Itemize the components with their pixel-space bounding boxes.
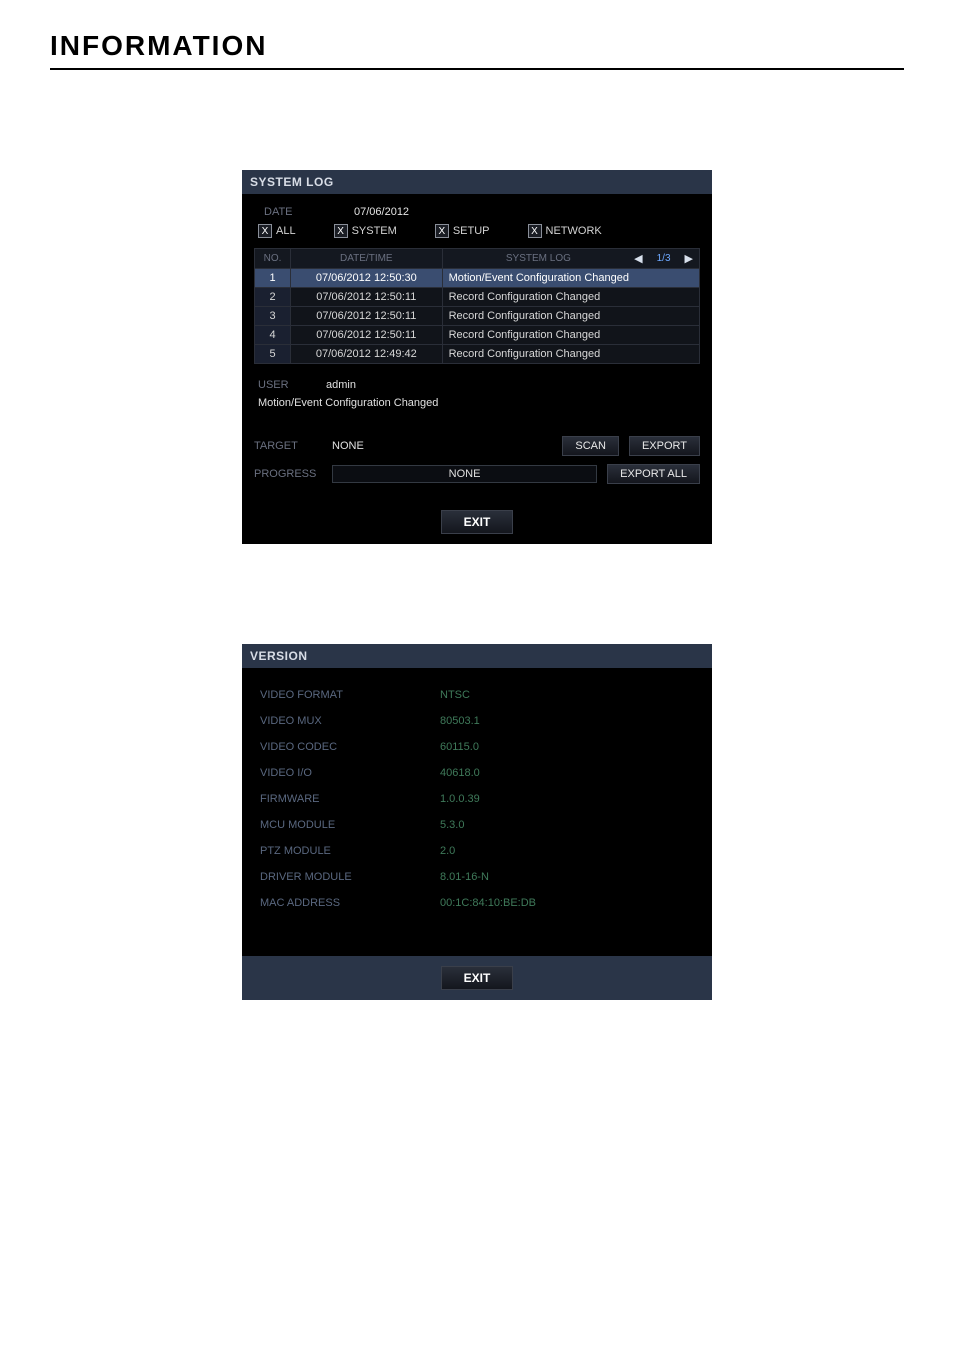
version-exit-button[interactable]: EXIT: [441, 966, 514, 990]
version-value: 00:1C:84:10:BE:DB: [440, 897, 536, 909]
version-key: VIDEO I/O: [260, 767, 440, 779]
table-row[interactable]: 207/06/2012 12:50:11Record Configuration…: [255, 288, 700, 307]
user-value: admin: [326, 379, 356, 391]
row-no: 4: [255, 326, 291, 345]
progress-label: PROGRESS: [254, 468, 322, 480]
version-row: VIDEO CODEC60115.0: [260, 734, 694, 760]
row-message: Motion/Event Configuration Changed: [442, 269, 699, 288]
export-button[interactable]: EXPORT: [629, 436, 700, 456]
checkbox-mark-icon: X: [528, 224, 542, 238]
row-no: 1: [255, 269, 291, 288]
row-no: 3: [255, 307, 291, 326]
progress-bar: NONE: [332, 465, 597, 483]
version-value: 2.0: [440, 845, 455, 857]
checkbox-mark-icon: X: [258, 224, 272, 238]
system-log-dialog: SYSTEM LOG DATE 07/06/2012 X ALL X SYSTE…: [242, 170, 712, 544]
pager-page: 1/3: [643, 253, 685, 264]
version-row: MAC ADDRESS00:1C:84:10:BE:DB: [260, 890, 694, 916]
version-value: 1.0.0.39: [440, 793, 480, 805]
version-row: DRIVER MODULE8.01-16-N: [260, 864, 694, 890]
target-value[interactable]: NONE: [332, 440, 364, 452]
version-title: VERSION: [242, 644, 712, 668]
system-log-title: SYSTEM LOG: [242, 170, 712, 194]
filter-all-label: ALL: [276, 225, 296, 237]
version-value: NTSC: [440, 689, 470, 701]
row-datetime: 07/06/2012 12:50:11: [291, 326, 443, 345]
page-title: INFORMATION: [50, 30, 904, 70]
col-no: NO.: [255, 249, 291, 269]
row-message: Record Configuration Changed: [442, 345, 699, 364]
syslog-exit-button[interactable]: EXIT: [441, 510, 514, 534]
version-row: MCU MODULE5.3.0: [260, 812, 694, 838]
filter-network-label: NETWORK: [546, 225, 602, 237]
table-row[interactable]: 407/06/2012 12:50:11Record Configuration…: [255, 326, 700, 345]
checkbox-mark-icon: X: [435, 224, 449, 238]
version-key: VIDEO FORMAT: [260, 689, 440, 701]
col-datetime: DATE/TIME: [291, 249, 443, 269]
system-log-table: NO. DATE/TIME SYSTEM LOG ◀ 1/3 ▶ 107/06/…: [254, 248, 700, 364]
version-key: FIRMWARE: [260, 793, 440, 805]
row-message: Record Configuration Changed: [442, 288, 699, 307]
filter-system-label: SYSTEM: [352, 225, 397, 237]
log-detail: Motion/Event Configuration Changed: [258, 397, 438, 409]
version-key: MAC ADDRESS: [260, 897, 440, 909]
filter-setup-label: SETUP: [453, 225, 490, 237]
version-value: 8.01-16-N: [440, 871, 489, 883]
table-row[interactable]: 307/06/2012 12:50:11Record Configuration…: [255, 307, 700, 326]
filter-setup-checkbox[interactable]: X SETUP: [435, 224, 490, 238]
row-no: 2: [255, 288, 291, 307]
version-row: VIDEO FORMATNTSC: [260, 682, 694, 708]
row-datetime: 07/06/2012 12:49:42: [291, 345, 443, 364]
pager-prev-icon[interactable]: ◀: [634, 252, 642, 265]
date-value[interactable]: 07/06/2012: [354, 206, 409, 218]
version-key: VIDEO MUX: [260, 715, 440, 727]
version-key: VIDEO CODEC: [260, 741, 440, 753]
checkbox-mark-icon: X: [334, 224, 348, 238]
version-value: 80503.1: [440, 715, 480, 727]
version-key: PTZ MODULE: [260, 845, 440, 857]
row-datetime: 07/06/2012 12:50:11: [291, 288, 443, 307]
version-value: 40618.0: [440, 767, 480, 779]
version-value: 60115.0: [440, 741, 479, 753]
date-label: DATE: [264, 206, 324, 218]
filter-system-checkbox[interactable]: X SYSTEM: [334, 224, 397, 238]
version-value: 5.3.0: [440, 819, 464, 831]
row-message: Record Configuration Changed: [442, 307, 699, 326]
target-label: TARGET: [254, 440, 322, 452]
pager-next-icon[interactable]: ▶: [685, 252, 699, 265]
version-key: MCU MODULE: [260, 819, 440, 831]
version-row: VIDEO MUX80503.1: [260, 708, 694, 734]
row-datetime: 07/06/2012 12:50:11: [291, 307, 443, 326]
version-dialog: VERSION VIDEO FORMATNTSCVIDEO MUX80503.1…: [242, 644, 712, 1000]
col-systemlog: SYSTEM LOG: [443, 253, 635, 264]
row-no: 5: [255, 345, 291, 364]
row-message: Record Configuration Changed: [442, 326, 699, 345]
version-row: VIDEO I/O40618.0: [260, 760, 694, 786]
filter-network-checkbox[interactable]: X NETWORK: [528, 224, 602, 238]
export-all-button[interactable]: EXPORT ALL: [607, 464, 700, 484]
user-label: USER: [258, 379, 326, 391]
scan-button[interactable]: SCAN: [562, 436, 619, 456]
row-datetime: 07/06/2012 12:50:30: [291, 269, 443, 288]
version-key: DRIVER MODULE: [260, 871, 440, 883]
version-row: PTZ MODULE2.0: [260, 838, 694, 864]
table-row[interactable]: 107/06/2012 12:50:30Motion/Event Configu…: [255, 269, 700, 288]
version-row: FIRMWARE1.0.0.39: [260, 786, 694, 812]
filter-all-checkbox[interactable]: X ALL: [258, 224, 296, 238]
table-row[interactable]: 507/06/2012 12:49:42Record Configuration…: [255, 345, 700, 364]
